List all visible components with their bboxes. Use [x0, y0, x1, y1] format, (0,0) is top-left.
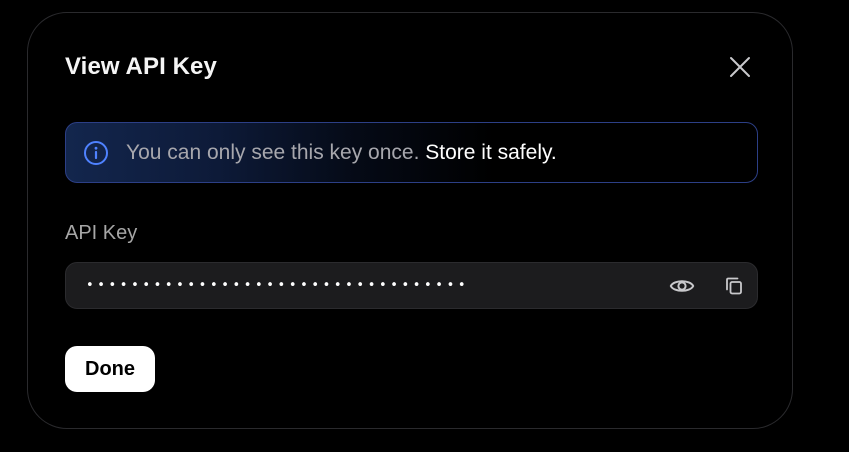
copy-button[interactable] — [722, 274, 746, 298]
close-button[interactable] — [725, 52, 755, 82]
info-message-text: You can only see this key once. — [126, 140, 420, 164]
api-key-masked-value: •••••••••••••••••••••••••••••••••• — [86, 278, 470, 293]
api-key-dialog: View API Key You can only see this key o… — [27, 12, 793, 429]
done-button[interactable]: Done — [65, 346, 155, 392]
toggle-visibility-button[interactable] — [669, 273, 695, 299]
info-banner: You can only see this key once. Store it… — [65, 122, 758, 183]
eye-icon — [669, 280, 695, 292]
info-icon — [83, 140, 109, 166]
info-message: You can only see this key once. Store it… — [126, 141, 557, 165]
copy-icon — [726, 277, 742, 295]
dialog-title: View API Key — [65, 53, 217, 80]
api-key-field[interactable]: •••••••••••••••••••••••••••••••••• — [65, 262, 758, 309]
api-key-label: API Key — [65, 222, 138, 244]
info-message-emphasis: Store it safely. — [425, 140, 557, 164]
close-icon — [730, 57, 750, 77]
